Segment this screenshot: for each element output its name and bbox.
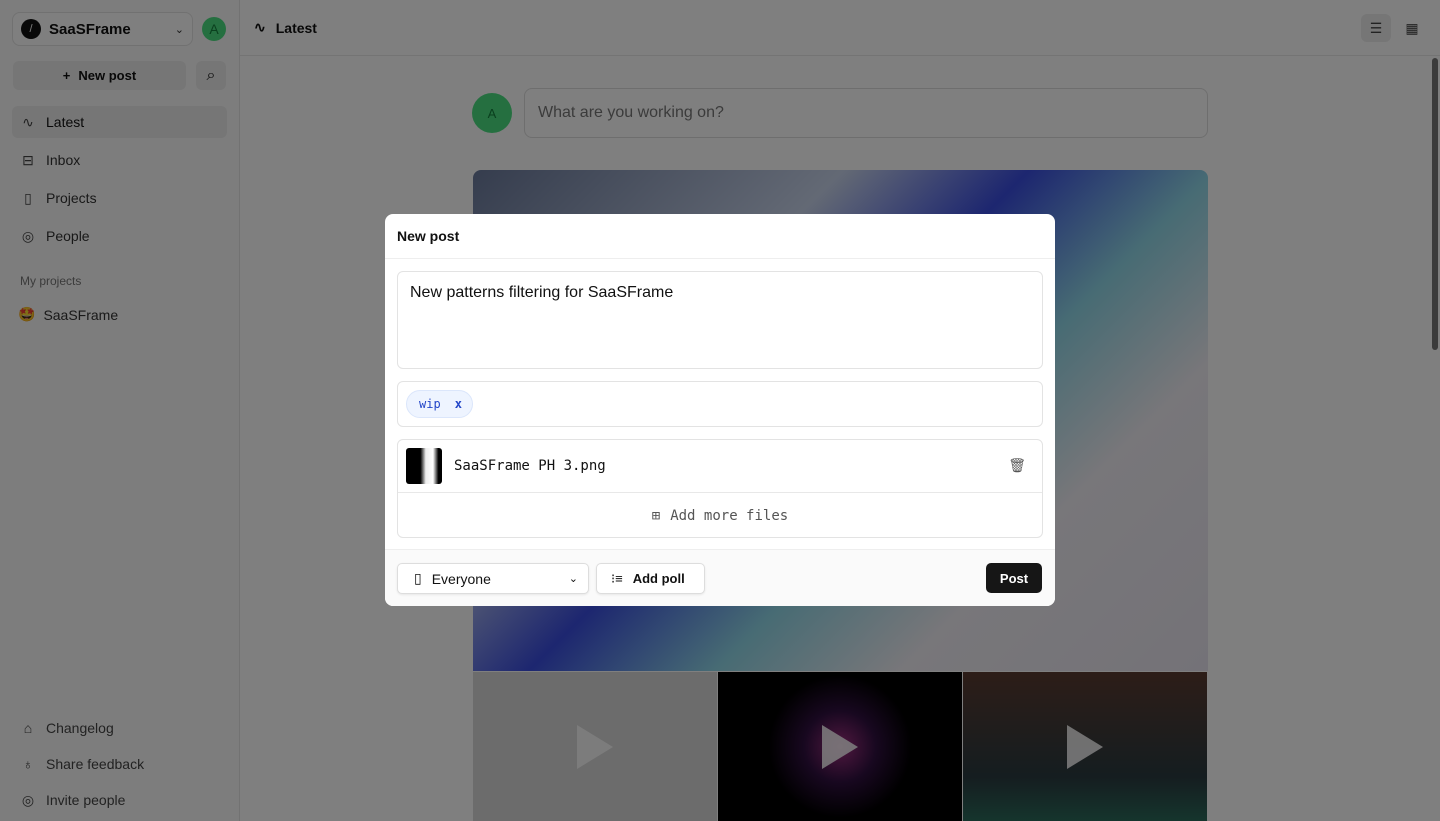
chevron-down-icon: ⌄	[568, 573, 578, 585]
file-name: SaaSFrame PH 3.png	[454, 458, 606, 474]
add-files-label: Add more files	[670, 507, 789, 524]
add-poll-button[interactable]: ⁝≡ Add poll	[596, 563, 705, 594]
audience-value: Everyone	[431, 570, 491, 587]
audience-select[interactable]: ▯ Everyone ⌄	[397, 563, 589, 594]
new-post-dialog: New post New patterns filtering for SaaS…	[385, 214, 1055, 606]
list-icon: ⁝≡	[611, 570, 623, 586]
add-poll-label: Add poll	[632, 571, 685, 586]
file-row: SaaSFrame PH 3.png 🗑	[398, 440, 1042, 493]
remove-tag-button[interactable]: x	[455, 397, 462, 411]
dialog-title: New post	[385, 214, 1055, 259]
tags-input[interactable]: wip x	[397, 381, 1043, 427]
post-body-textarea[interactable]: New patterns filtering for SaaSFrame	[397, 271, 1043, 369]
add-more-files-button[interactable]: ⊞ Add more files	[398, 493, 1042, 538]
book-icon: ▯	[414, 570, 422, 586]
post-button[interactable]: Post	[986, 563, 1042, 593]
tag-label: wip	[419, 397, 441, 411]
image-plus-icon: ⊞	[651, 507, 661, 524]
dialog-footer: ▯ Everyone ⌄ ⁝≡ Add poll Post	[385, 549, 1055, 606]
tag-chip: wip x	[406, 390, 473, 418]
file-thumbnail	[406, 448, 442, 484]
attachments: SaaSFrame PH 3.png 🗑 ⊞ Add more files	[397, 439, 1043, 538]
trash-icon[interactable]: 🗑	[1008, 458, 1026, 474]
